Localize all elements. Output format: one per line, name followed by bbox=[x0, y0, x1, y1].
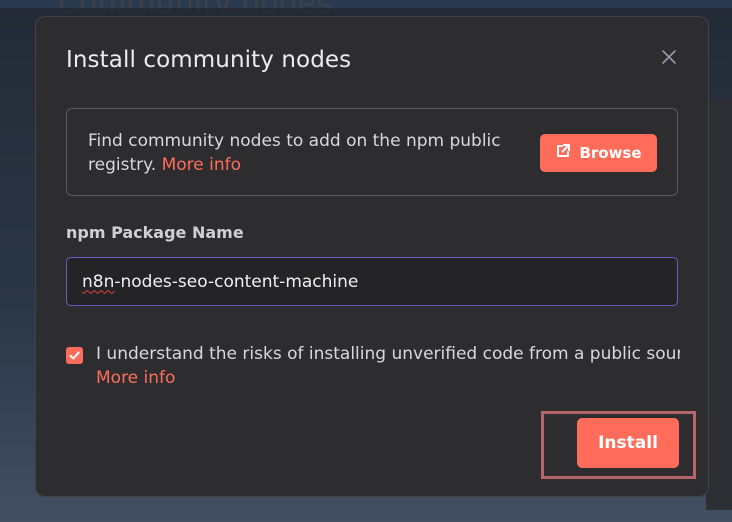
risk-consent-checkbox[interactable] bbox=[66, 347, 83, 364]
package-name-value: -nodes-seo-content-machine bbox=[114, 271, 359, 292]
package-name-input[interactable]: n8n -nodes-seo-content-machine bbox=[66, 257, 678, 306]
risk-consent-text: I understand the risks of installing unv… bbox=[96, 342, 680, 390]
app-page: Community nodes Install community nodes … bbox=[0, 0, 732, 522]
info-more-info-link[interactable]: More info bbox=[162, 155, 241, 175]
external-link-icon bbox=[555, 143, 571, 163]
risk-consent-label: I understand the risks of installing unv… bbox=[96, 344, 680, 364]
browse-button-label: Browse bbox=[579, 144, 642, 162]
close-icon[interactable] bbox=[660, 48, 678, 66]
dialog-title: Install community nodes bbox=[66, 47, 352, 73]
checkmark-icon bbox=[69, 351, 80, 360]
package-name-value-misspelled-part: n8n bbox=[82, 271, 115, 292]
info-text: Find community nodes to add on the npm p… bbox=[88, 129, 508, 177]
install-community-nodes-dialog: Install community nodes Find community n… bbox=[35, 16, 709, 497]
info-description: Find community nodes to add on the npm p… bbox=[88, 131, 501, 175]
install-button[interactable]: Install bbox=[577, 418, 679, 468]
backdrop-panel bbox=[706, 100, 732, 510]
info-box: Find community nodes to add on the npm p… bbox=[66, 108, 678, 196]
browse-button[interactable]: Browse bbox=[540, 134, 657, 172]
consent-more-info-link[interactable]: More info bbox=[96, 368, 175, 388]
package-name-label: npm Package Name bbox=[66, 223, 244, 242]
